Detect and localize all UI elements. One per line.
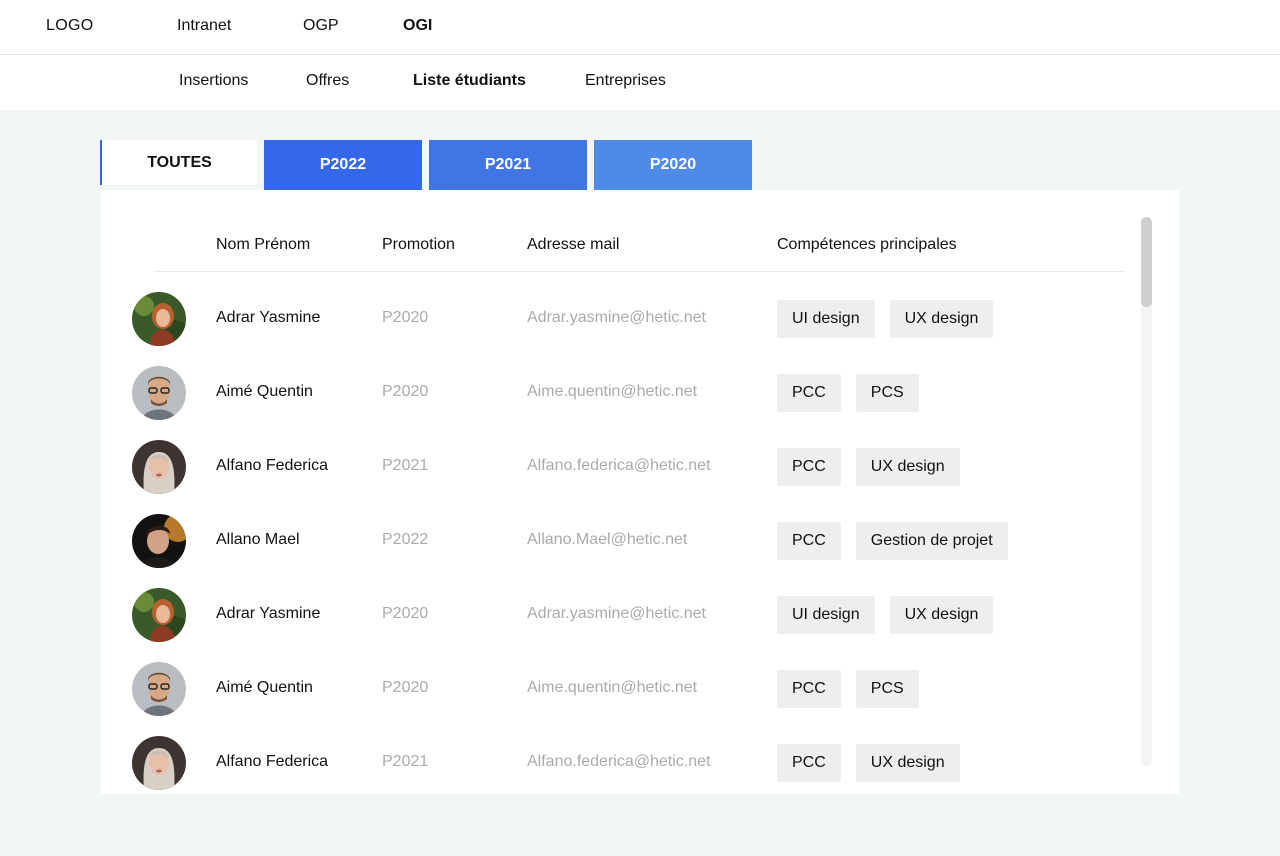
table-row[interactable]: Adrar Yasmine P2020 Adrar.yasmine@hetic.… [101,282,1131,356]
skill-chip[interactable]: PCC [777,670,841,708]
avatar-photo-icon [132,588,186,642]
scrollbar-track[interactable] [1141,217,1152,766]
avatar-photo-icon [132,440,186,494]
student-name[interactable]: Alfano Federica [216,753,328,771]
tab-p2021[interactable]: P2021 [429,140,587,190]
skill-list: PCC UX design [777,448,960,486]
student-name[interactable]: Aimé Quentin [216,383,313,401]
avatar-photo-icon [132,292,186,346]
avatar-photo-icon [132,366,186,420]
table-row[interactable]: Alfano Federica P2021 Alfano.federica@he… [101,430,1131,504]
avatar-photo-icon [132,514,186,568]
student-promotion: P2020 [382,309,429,326]
skill-chip[interactable]: PCS [855,374,919,412]
avatar [132,736,186,790]
sub-navigation-bar: Insertions Offres Liste étudiants Entrep… [0,55,1280,110]
student-name[interactable]: Aimé Quentin [216,679,313,697]
tab-p2020[interactable]: P2020 [594,140,752,190]
student-promotion: P2021 [382,457,429,474]
skill-list: PCC Gestion de projet [777,522,1008,560]
student-promotion: P2022 [382,531,429,548]
skill-chip[interactable]: UX design [889,300,994,338]
table-row[interactable]: Aimé Quentin P2020 Aime.quentin@hetic.ne… [101,652,1131,726]
logo[interactable]: LOGO [46,17,93,35]
top-nav-item-ogi[interactable]: OGI [403,17,432,35]
skill-chip[interactable]: Gestion de projet [855,522,1008,560]
skill-list: PCC PCS [777,670,919,708]
student-email[interactable]: Allano.Mael@hetic.net [527,531,687,549]
skill-list: UI design UX design [777,300,994,338]
avatar [132,292,186,346]
avatar-photo-icon [132,662,186,716]
student-email[interactable]: Aime.quentin@hetic.net [527,383,697,401]
sub-nav-item-offres[interactable]: Offres [306,72,349,90]
skill-chip[interactable]: UX design [855,448,960,486]
student-promotion: P2020 [382,383,429,400]
top-nav-item-intranet[interactable]: Intranet [177,17,231,35]
student-email[interactable]: Adrar.yasmine@hetic.net [527,309,706,327]
header-divider [154,271,1125,272]
student-list-panel: Nom Prénom Promotion Adresse mail Compét… [101,190,1179,794]
skill-list: PCC UX design [777,744,960,782]
student-email[interactable]: Adrar.yasmine@hetic.net [527,605,706,623]
column-header-name[interactable]: Nom Prénom [216,236,310,254]
table-row[interactable]: Allano Mael P2022 Allano.Mael@hetic.net … [101,504,1131,578]
student-name[interactable]: Allano Mael [216,531,300,549]
table-row[interactable]: Aimé Quentin P2020 Aime.quentin@hetic.ne… [101,356,1131,430]
skill-chip[interactable]: PCC [777,448,841,486]
student-name[interactable]: Adrar Yasmine [216,605,320,623]
skill-chip[interactable]: UI design [777,596,875,634]
column-header-promotion[interactable]: Promotion [382,236,455,254]
top-navigation-bar: LOGO Intranet OGP OGI [0,0,1280,55]
avatar [132,440,186,494]
avatar-photo-icon [132,736,186,790]
avatar [132,588,186,642]
tab-toutes[interactable]: TOUTES [100,140,257,185]
avatar [132,366,186,420]
column-header-email[interactable]: Adresse mail [527,236,619,254]
student-email[interactable]: Alfano.federica@hetic.net [527,457,710,475]
student-promotion: P2021 [382,753,429,770]
table-row[interactable]: Alfano Federica P2021 Alfano.federica@he… [101,726,1131,794]
skill-chip[interactable]: PCC [777,522,841,560]
skill-list: PCC PCS [777,374,919,412]
skill-chip[interactable]: UI design [777,300,875,338]
sub-nav-item-entreprises[interactable]: Entreprises [585,72,666,90]
student-email[interactable]: Alfano.federica@hetic.net [527,753,710,771]
skill-list: UI design UX design [777,596,994,634]
skill-chip[interactable]: UX design [889,596,994,634]
top-nav-item-ogp[interactable]: OGP [303,17,339,35]
student-name[interactable]: Alfano Federica [216,457,328,475]
student-promotion: P2020 [382,679,429,696]
tab-p2022[interactable]: P2022 [264,140,422,190]
skill-chip[interactable]: PCC [777,744,841,782]
skill-chip[interactable]: UX design [855,744,960,782]
skill-chip[interactable]: PCS [855,670,919,708]
student-promotion: P2020 [382,605,429,622]
student-email[interactable]: Aime.quentin@hetic.net [527,679,697,697]
avatar [132,662,186,716]
student-name[interactable]: Adrar Yasmine [216,309,320,327]
table-row[interactable]: Adrar Yasmine P2020 Adrar.yasmine@hetic.… [101,578,1131,652]
skill-chip[interactable]: PCC [777,374,841,412]
column-header-skills[interactable]: Compétences principales [777,236,957,254]
avatar [132,514,186,568]
sub-nav-item-liste-etudiants[interactable]: Liste étudiants [413,72,526,90]
sub-nav-item-insertions[interactable]: Insertions [179,72,248,90]
scrollbar-thumb[interactable] [1141,217,1152,307]
